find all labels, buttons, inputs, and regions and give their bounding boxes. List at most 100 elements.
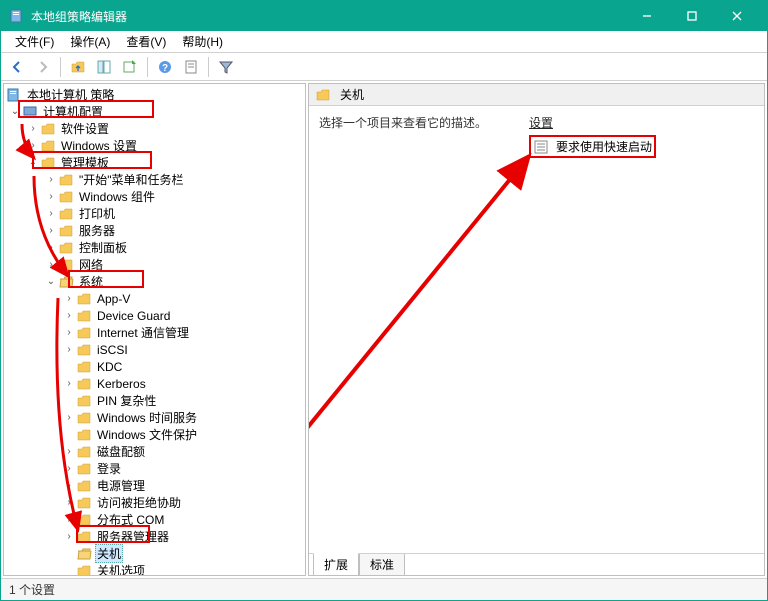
tree-item[interactable]: › Device Guard: [4, 307, 305, 324]
tree-item[interactable]: › 磁盘配额: [4, 443, 305, 460]
tree-item[interactable]: PIN 复杂性: [4, 392, 305, 409]
expander-icon[interactable]: ⌄: [44, 275, 58, 289]
help-button[interactable]: ?: [153, 55, 177, 79]
folder-icon: [76, 427, 92, 443]
tree-admin-templates[interactable]: ⌄ 管理模板: [4, 154, 305, 171]
expander-icon[interactable]: ›: [62, 377, 76, 391]
menu-view[interactable]: 查看(V): [118, 31, 174, 52]
tree-item[interactable]: › iSCSI: [4, 341, 305, 358]
expander-icon[interactable]: ›: [26, 122, 40, 136]
expander-icon[interactable]: ›: [44, 241, 58, 255]
expander-icon[interactable]: ›: [62, 309, 76, 323]
tree-item[interactable]: › 服务器: [4, 222, 305, 239]
tab-standard[interactable]: 标准: [359, 554, 405, 576]
tree-item[interactable]: › Internet 通信管理: [4, 324, 305, 341]
tree-item[interactable]: › 电源管理: [4, 477, 305, 494]
close-button[interactable]: [714, 1, 759, 31]
folder-icon: [40, 121, 56, 137]
tree-root[interactable]: 本地计算机 策略: [4, 86, 305, 103]
filter-button[interactable]: [214, 55, 238, 79]
tree-item[interactable]: › Windows 时间服务: [4, 409, 305, 426]
folder-icon: [76, 495, 92, 511]
properties-button[interactable]: [179, 55, 203, 79]
details-title: 关机: [340, 86, 364, 103]
window-title: 本地组策略编辑器: [31, 8, 624, 25]
tree-item[interactable]: › 访问被拒绝协助: [4, 494, 305, 511]
folder-icon: [76, 376, 92, 392]
folder-icon: [76, 342, 92, 358]
expander-icon[interactable]: ›: [62, 343, 76, 357]
back-button[interactable]: [5, 55, 29, 79]
expander-icon[interactable]: ›: [44, 224, 58, 238]
tab-extended[interactable]: 扩展: [313, 553, 359, 576]
annotation-big-arrow: [309, 106, 764, 553]
folder-icon: [76, 512, 92, 528]
settings-list: 设置 要求使用快速启动: [529, 114, 656, 158]
status-text: 1 个设置: [9, 581, 55, 598]
expander-icon[interactable]: ⌄: [8, 105, 22, 119]
column-header-setting[interactable]: 设置: [529, 114, 656, 131]
up-button[interactable]: [66, 55, 90, 79]
folder-icon: [58, 206, 74, 222]
expander-icon[interactable]: ›: [62, 326, 76, 340]
maximize-button[interactable]: [669, 1, 714, 31]
export-button[interactable]: [118, 55, 142, 79]
svg-text:?: ?: [162, 63, 168, 74]
menu-help[interactable]: 帮助(H): [174, 31, 231, 52]
tree-item[interactable]: › 控制面板: [4, 239, 305, 256]
expander-icon[interactable]: ›: [26, 139, 40, 153]
folder-icon: [40, 138, 56, 154]
tree-item[interactable]: › 网络: [4, 256, 305, 273]
tree-item[interactable]: › 打印机: [4, 205, 305, 222]
folder-icon: [76, 563, 92, 577]
expander-icon[interactable]: ›: [62, 496, 76, 510]
computer-icon: [22, 104, 38, 120]
expander-icon[interactable]: ›: [62, 530, 76, 544]
menu-file[interactable]: 文件(F): [7, 31, 62, 52]
details-body[interactable]: 选择一个项目来查看它的描述。 设置 要求使用快速启动: [309, 106, 764, 553]
expander-icon[interactable]: ›: [62, 513, 76, 527]
tree-item[interactable]: › 登录: [4, 460, 305, 477]
folder-icon: [76, 291, 92, 307]
tree-item[interactable]: › "开始"菜单和任务栏: [4, 171, 305, 188]
tree-windows-settings[interactable]: › Windows 设置: [4, 137, 305, 154]
expander-icon[interactable]: ›: [62, 292, 76, 306]
tree-pane[interactable]: 本地计算机 策略 ⌄ 计算机配置 › 软件设置 › Windows 设: [3, 83, 306, 576]
expander-icon[interactable]: ›: [62, 411, 76, 425]
expander-icon[interactable]: ›: [44, 190, 58, 204]
expander-icon[interactable]: ›: [44, 207, 58, 221]
tree-soft-settings[interactable]: › 软件设置: [4, 120, 305, 137]
tree-item[interactable]: › App-V: [4, 290, 305, 307]
tree-shutdown[interactable]: 关机: [4, 545, 305, 562]
tree-item[interactable]: Windows 文件保护: [4, 426, 305, 443]
folder-icon: [315, 87, 331, 103]
expander-icon[interactable]: ›: [62, 462, 76, 476]
show-hide-tree-button[interactable]: [92, 55, 116, 79]
expander-icon[interactable]: ⌄: [26, 156, 40, 170]
folder-icon: [76, 325, 92, 341]
folder-icon: [58, 257, 74, 273]
folder-icon: [76, 444, 92, 460]
tree-item[interactable]: › Windows 组件: [4, 188, 305, 205]
expander-icon[interactable]: ›: [62, 445, 76, 459]
tree-item[interactable]: KDC: [4, 358, 305, 375]
details-header: 关机: [309, 84, 764, 106]
minimize-button[interactable]: [624, 1, 669, 31]
folder-icon: [76, 393, 92, 409]
tree-item[interactable]: › 分布式 COM: [4, 511, 305, 528]
expander-icon[interactable]: ›: [44, 258, 58, 272]
tree-item[interactable]: › Kerberos: [4, 375, 305, 392]
tree-computer-config[interactable]: ⌄ 计算机配置: [4, 103, 305, 120]
tree-item[interactable]: › 服务器管理器: [4, 528, 305, 545]
separator: [147, 57, 148, 77]
menu-action[interactable]: 操作(A): [62, 31, 118, 52]
folder-open-icon: [76, 546, 92, 562]
setting-item-fast-startup[interactable]: 要求使用快速启动: [529, 135, 656, 158]
folder-icon: [40, 155, 56, 171]
expander-icon[interactable]: ›: [62, 479, 76, 493]
tree-shutdown-options[interactable]: 关机选项: [4, 562, 305, 576]
expander-icon[interactable]: ›: [44, 173, 58, 187]
tree-system[interactable]: ⌄ 系统: [4, 273, 305, 290]
forward-button[interactable]: [31, 55, 55, 79]
setting-label: 要求使用快速启动: [556, 138, 652, 155]
